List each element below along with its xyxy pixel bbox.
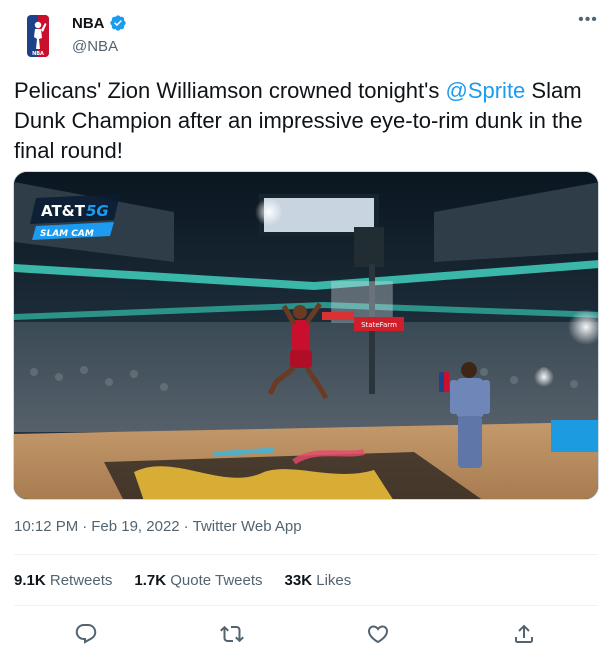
verified-badge-icon [109,15,126,31]
quote-tweets-count: 1.7K [134,572,167,589]
meta-separator: · [82,518,88,535]
mention-link[interactable]: @Sprite [445,78,525,103]
quote-tweets-label: Quote Tweets [170,572,263,589]
tweet-date[interactable]: Feb 19, 2022 [91,518,179,535]
avatar[interactable]: NBA [14,12,62,60]
like-icon[interactable] [366,622,390,646]
att-5g-slam-cam-badge: AT&T 5G SLAM CAM [30,194,120,240]
tweet-text: Pelicans' Zion Williamson crowned tonigh… [14,76,594,166]
more-options-icon[interactable]: ••• [578,10,598,30]
divider [14,554,598,555]
likes-count: 33K [284,572,313,589]
slam-cam-text: SLAM CAM [40,229,94,239]
author-name[interactable]: NBA [72,15,105,32]
retweets-label: Retweets [49,572,113,589]
retweets-count: 9.1K [14,572,46,589]
att-brand-text: AT&T [41,202,86,220]
meta-separator: · [183,518,189,535]
nba-logo-icon: NBA [27,15,49,57]
reply-icon[interactable] [74,622,98,646]
quote-tweets-stat[interactable]: 1.7K Quote Tweets [134,572,262,592]
author-name-row[interactable]: NBA [72,14,127,32]
tweet-metadata: 10:12 PM · Feb 19, 2022 · Twitter Web App [14,518,306,535]
svg-text:NBA: NBA [32,51,44,57]
divider [14,605,598,606]
tweet-source[interactable]: Twitter Web App [193,518,302,535]
att-5g-text: 5G [86,202,109,220]
retweet-icon[interactable] [220,622,244,646]
likes-stat[interactable]: 33K Likes [285,572,352,592]
retweets-stat[interactable]: 9.1K Retweets [14,572,112,592]
tweet-header: NBA NBA @NBA ••• [0,0,612,62]
sponsor-board-label: StateFarm [361,321,397,329]
author-handle[interactable]: @NBA [72,38,118,55]
share-icon[interactable] [512,622,536,646]
tweet-media-image[interactable]: StateFarm AT&T 5G SLAM CAM [13,171,599,500]
tweet-time[interactable]: 10:12 PM [14,518,78,535]
dunk-contest-scene: StateFarm AT&T 5G SLAM CAM [14,172,598,499]
action-bar [0,618,612,650]
tweet-text-part: Pelicans' Zion Williamson crowned tonigh… [14,78,446,103]
engagement-stats: 9.1K Retweets 1.7K Quote Tweets 33K Like… [14,572,373,592]
likes-label: Likes [316,572,352,589]
